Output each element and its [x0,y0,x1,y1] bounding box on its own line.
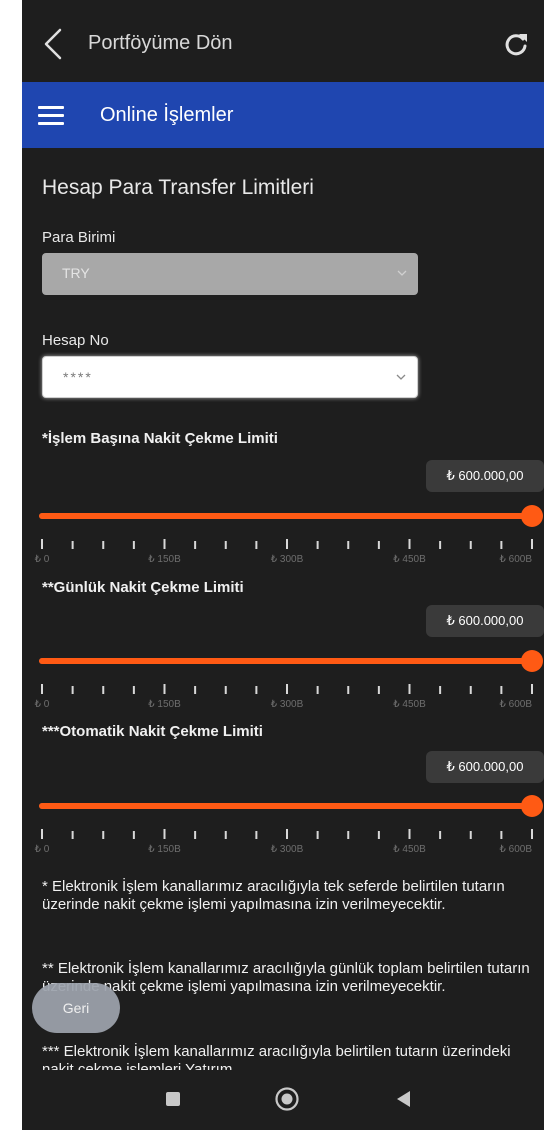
account-select[interactable]: **** [42,356,418,398]
slider-tick-label: ₺ 150B [148,554,181,565]
note-automatic: *** Elektronik İşlem kanallarımız aracıl… [42,1043,511,1070]
chevron-down-icon [397,270,407,276]
page-title: Hesap Para Transfer Limitleri [42,176,314,199]
account-value: **** [63,369,93,385]
slider-tick-label: ₺ 300B [271,844,304,855]
chevron-down-icon [396,374,406,380]
slider-thumb[interactable] [521,795,543,817]
currency-label: Para Birimi [42,229,116,246]
limit-label-per-transaction: *İşlem Başına Nakit Çekme Limiti [42,430,278,447]
limit-slider-per-transaction[interactable]: ₺ 0 ₺ 150B ₺ 300B ₺ 450B ₺ 600B [22,496,544,576]
slider-thumb[interactable] [521,650,543,672]
currency-value: TRY [62,265,90,281]
hamburger-menu-icon[interactable] [38,106,64,126]
slider-tick-label: ₺ 450B [393,554,426,565]
top-app-bar: Portföyüme Dön [22,0,544,82]
account-label: Hesap No [42,332,109,349]
slider-tick-label: ₺ 600B [500,699,533,710]
limit-label-automatic: ***Otomatik Nakit Çekme Limiti [42,723,263,740]
note-per-transaction: * Elektronik İşlem kanallarımız aracılığ… [42,878,505,913]
currency-select[interactable]: TRY [42,253,418,295]
limit-value-badge: ₺ 600.000,00 [426,605,544,637]
slider-tick-label: ₺ 600B [500,844,533,855]
slider-tick-label: ₺ 150B [148,844,181,855]
slider-tick-label: ₺ 150B [148,699,181,710]
slider-tick-label: ₺ 450B [393,699,426,710]
limit-slider-automatic[interactable]: ₺ 0 ₺ 150B ₺ 300B ₺ 450B ₺ 600B [22,786,544,866]
recent-apps-icon[interactable] [166,1092,180,1106]
system-nav-bar [22,1070,544,1130]
limit-value-badge: ₺ 600.000,00 [426,460,544,492]
back-button[interactable]: Geri [32,983,120,1033]
back-triangle-icon[interactable] [394,1089,412,1109]
slider-tick-label: ₺ 0 [35,844,50,855]
limit-slider-daily[interactable]: ₺ 0 ₺ 150B ₺ 300B ₺ 450B ₺ 600B [22,641,544,721]
slider-tick-label: ₺ 0 [35,554,50,565]
slider-tick-label: ₺ 300B [271,699,304,710]
slider-tick-label: ₺ 0 [35,699,50,710]
refresh-icon[interactable] [502,30,530,58]
nav-bar: Online İşlemler [22,82,544,148]
chevron-left-icon[interactable] [40,26,68,62]
screen: Portföyüme Dön Online İşlemler Hesap Par… [22,0,544,1130]
limit-label-daily: **Günlük Nakit Çekme Limiti [42,579,244,596]
slider-tick-label: ₺ 600B [500,554,533,565]
limit-value-badge: ₺ 600.000,00 [426,751,544,783]
slider-thumb[interactable] [521,505,543,527]
back-to-portfolio-link[interactable]: Portföyüme Dön [88,32,233,55]
slider-tick-label: ₺ 300B [271,554,304,565]
home-icon[interactable] [274,1086,300,1112]
nav-title: Online İşlemler [100,104,234,126]
slider-tick-label: ₺ 450B [393,844,426,855]
note-daily: ** Elektronik İşlem kanallarımız aracılı… [42,960,530,995]
